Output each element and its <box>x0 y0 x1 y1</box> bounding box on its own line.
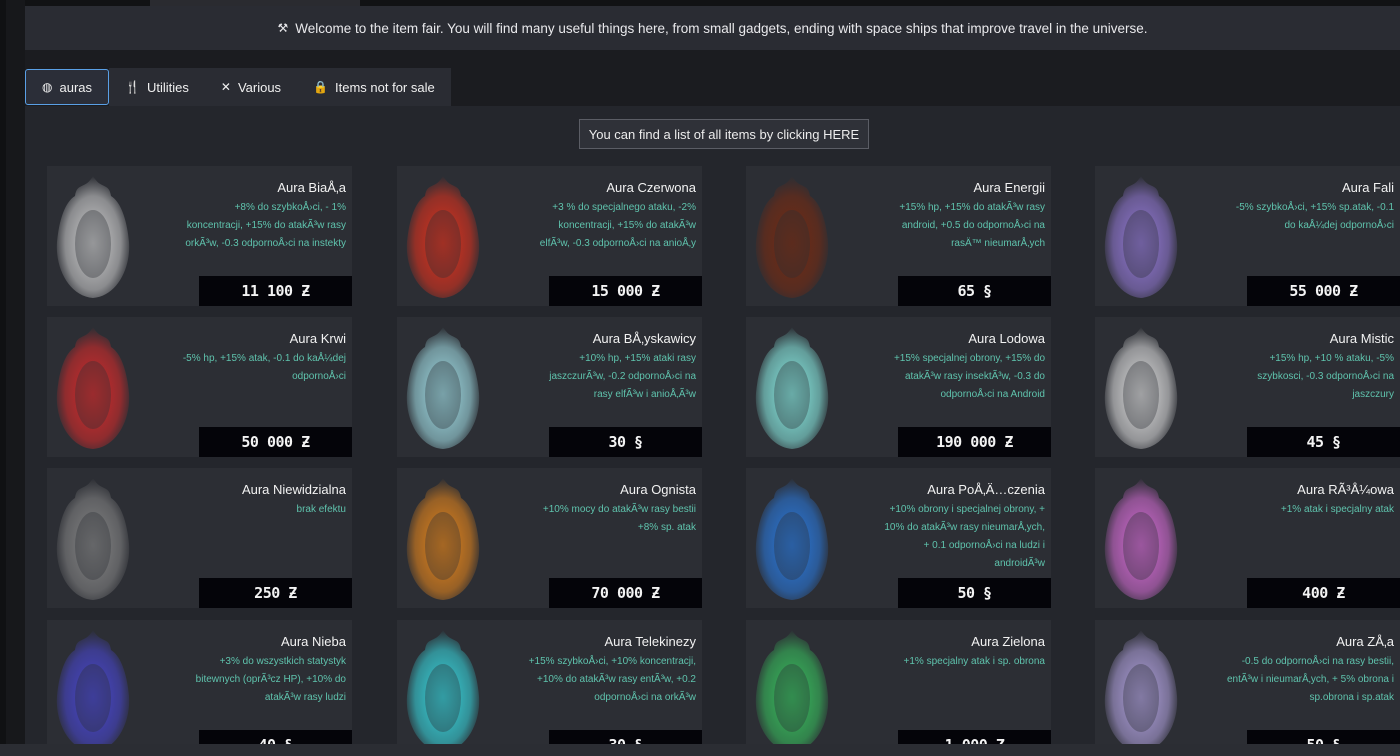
aura-image <box>406 327 480 449</box>
aura-image <box>406 176 480 298</box>
aura-image <box>56 478 130 600</box>
item-price[interactable]: 45 § <box>1247 427 1400 457</box>
item-card[interactable]: Aura BÅ‚yskawicy +10% hp, +15% ataki rasy… <box>397 317 702 457</box>
aura-image <box>406 478 480 600</box>
item-description: +15% specjalnej obrony, +15% do atakÃ³w … <box>893 353 1045 400</box>
aura-image <box>56 176 130 298</box>
welcome-banner: ⚒ Welcome to the item fair. You will fin… <box>25 6 1400 50</box>
item-card[interactable]: Aura Czerwona +3 % do specjalnego ataku, … <box>397 166 702 306</box>
aura-image <box>56 327 130 449</box>
left-edge-strip <box>0 0 25 756</box>
aura-image <box>1104 630 1178 752</box>
aura-image <box>1104 176 1178 298</box>
tab-label: Various <box>237 79 282 95</box>
item-price[interactable]: 30 § <box>549 427 702 457</box>
item-list-button[interactable]: You can find a list of all items by clic… <box>579 119 869 149</box>
item-description: +10% obrony i specjalnej obrony, + 10% d… <box>884 504 1045 569</box>
welcome-text: Welcome to the item fair. You will find … <box>295 20 1148 36</box>
item-name: Aura Energii <box>973 180 1045 195</box>
item-price[interactable]: 400 Ƶ <box>1247 578 1400 608</box>
item-name: Aura Niewidzialna <box>241 482 346 497</box>
utensils-icon: 🍴 <box>125 80 140 94</box>
item-description: +3% do wszystkich statystyk bitewnych (o… <box>195 656 346 703</box>
item-description: +1% atak i specjalny atak <box>1280 504 1394 515</box>
item-name: Aura RÃ³Å¼owa <box>1297 482 1394 497</box>
item-price[interactable]: 70 000 Ƶ <box>549 578 702 608</box>
item-description: -5% szybkoÅ›ci, +15% sp.atak, -0.1 do ka… <box>1235 202 1394 231</box>
aura-image <box>755 176 829 298</box>
item-name: Aura ZÅ‚a <box>1336 634 1394 649</box>
left-edge-accent <box>0 0 6 756</box>
item-card[interactable]: Aura Zielona +1% specjalny atak i sp. obr… <box>746 620 1051 756</box>
item-name: Aura Mistic <box>1329 331 1394 346</box>
item-price[interactable]: 50 000 Ƶ <box>199 427 352 457</box>
item-name: Aura Fali <box>1341 180 1394 195</box>
tab-label: Items not for sale <box>335 79 435 95</box>
tab-auras[interactable]: ◍ auras <box>25 69 110 105</box>
tab-items-not-for-sale[interactable]: 🔒 Items not for sale <box>297 68 451 106</box>
item-price[interactable]: 55 000 Ƶ <box>1247 276 1400 306</box>
item-description: +10% mocy do atakÃ³w rasy bestii +8% sp.… <box>542 504 696 533</box>
item-name: Aura Krwi <box>289 331 346 346</box>
tab-utilities[interactable]: 🍴 Utilities <box>109 68 205 106</box>
item-card[interactable]: Aura Mistic +15% hp, +10 % ataku, -5% szy… <box>1095 317 1400 457</box>
item-name: Aura Lodowa <box>968 331 1045 346</box>
item-card[interactable]: Aura BiaÅ‚a +8% do szybkoÅ›ci, - 1% konce… <box>47 166 352 306</box>
item-description: -0.5 do odpornoÅ›ci na rasy bestii, entÃ… <box>1226 656 1394 703</box>
aura-image <box>755 478 829 600</box>
item-description: +15% szybkoÅ›ci, +10% koncentracji, +10%… <box>528 656 696 703</box>
item-name: Aura PoÅ‚Ä…czenia <box>927 482 1045 497</box>
tab-label: auras <box>59 79 93 95</box>
tab-various[interactable]: ✕ Various <box>204 68 298 106</box>
item-description: +1% specjalny atak i sp. obrona <box>903 656 1045 667</box>
aura-image <box>406 630 480 752</box>
item-card[interactable]: Aura Lodowa +15% specjalnej obrony, +15% … <box>746 317 1051 457</box>
aura-image <box>1104 327 1178 449</box>
aura-image <box>1104 478 1178 600</box>
item-card[interactable]: Aura PoÅ‚Ä…czenia +10% obrony i specjalne… <box>746 468 1051 608</box>
item-description: +3 % do specjalnego ataku, -2% koncentra… <box>539 202 696 249</box>
lock-icon: 🔒 <box>313 80 329 94</box>
item-card[interactable]: Aura Energii +15% hp, +15% do atakÃ³w ras… <box>746 166 1051 306</box>
item-card[interactable]: Aura Krwi -5% hp, +15% atak, -0.1 do kaÅ¼… <box>47 317 352 457</box>
item-name: Aura Telekinezy <box>604 634 696 649</box>
item-card[interactable]: Aura ZÅ‚a -0.5 do odpornoÅ›ci na rasy bes… <box>1095 620 1400 756</box>
item-card[interactable]: Aura Telekinezy +15% szybkoÅ›ci, +10% kon… <box>397 620 702 756</box>
item-description: +15% hp, +15% do atakÃ³w rasy android, +… <box>899 202 1045 249</box>
aura-image <box>56 630 130 752</box>
item-card[interactable]: Aura Niewidzialna brak efektu 250 Ƶ <box>47 468 352 608</box>
item-description: +10% hp, +15% ataki rasy jaszczurÃ³w, -0… <box>549 353 696 400</box>
item-description: -5% hp, +15% atak, -0.1 do kaÅ¼dej odpor… <box>182 353 346 382</box>
item-name: Aura Nieba <box>280 634 346 649</box>
palette-icon: ◍ <box>42 80 53 94</box>
item-description: +15% hp, +10 % ataku, -5% szybkosci, -0.… <box>1257 353 1394 400</box>
item-card[interactable]: Aura RÃ³Å¼owa +1% atak i specjalny atak 40… <box>1095 468 1400 608</box>
item-name: Aura Czerwona <box>606 180 696 195</box>
tab-label: Utilities <box>146 79 189 95</box>
item-name: Aura Ognista <box>620 482 696 497</box>
item-card[interactable]: Aura Nieba +3% do wszystkich statystyk bi… <box>47 620 352 756</box>
item-description: +8% do szybkoÅ›ci, - 1% koncentracji, +1… <box>185 202 346 249</box>
item-name: Aura Zielona <box>971 634 1045 649</box>
item-price[interactable]: 11 100 Ƶ <box>199 276 352 306</box>
item-price[interactable]: 50 § <box>898 578 1051 608</box>
item-name: Aura BÅ‚yskawicy <box>592 331 696 346</box>
hammer-icon: ⚒ <box>277 21 289 35</box>
item-card[interactable]: Aura Fali -5% szybkoÅ›ci, +15% sp.atak, -… <box>1095 166 1400 306</box>
aura-image <box>755 327 829 449</box>
aura-image <box>755 630 829 752</box>
item-price[interactable]: 250 Ƶ <box>199 578 352 608</box>
item-price[interactable]: 65 § <box>898 276 1051 306</box>
tools-icon: ✕ <box>220 80 231 94</box>
item-price[interactable]: 190 000 Ƶ <box>898 427 1051 457</box>
item-name: Aura BiaÅ‚a <box>277 180 346 195</box>
bottom-scroll-bar[interactable] <box>0 744 1400 756</box>
category-tabs: ◍ auras 🍴 Utilities ✕ Various 🔒 Items no… <box>25 68 451 106</box>
item-description: brak efektu <box>296 504 346 515</box>
item-price[interactable]: 15 000 Ƶ <box>549 276 702 306</box>
item-card[interactable]: Aura Ognista +10% mocy do atakÃ³w rasy be… <box>397 468 702 608</box>
